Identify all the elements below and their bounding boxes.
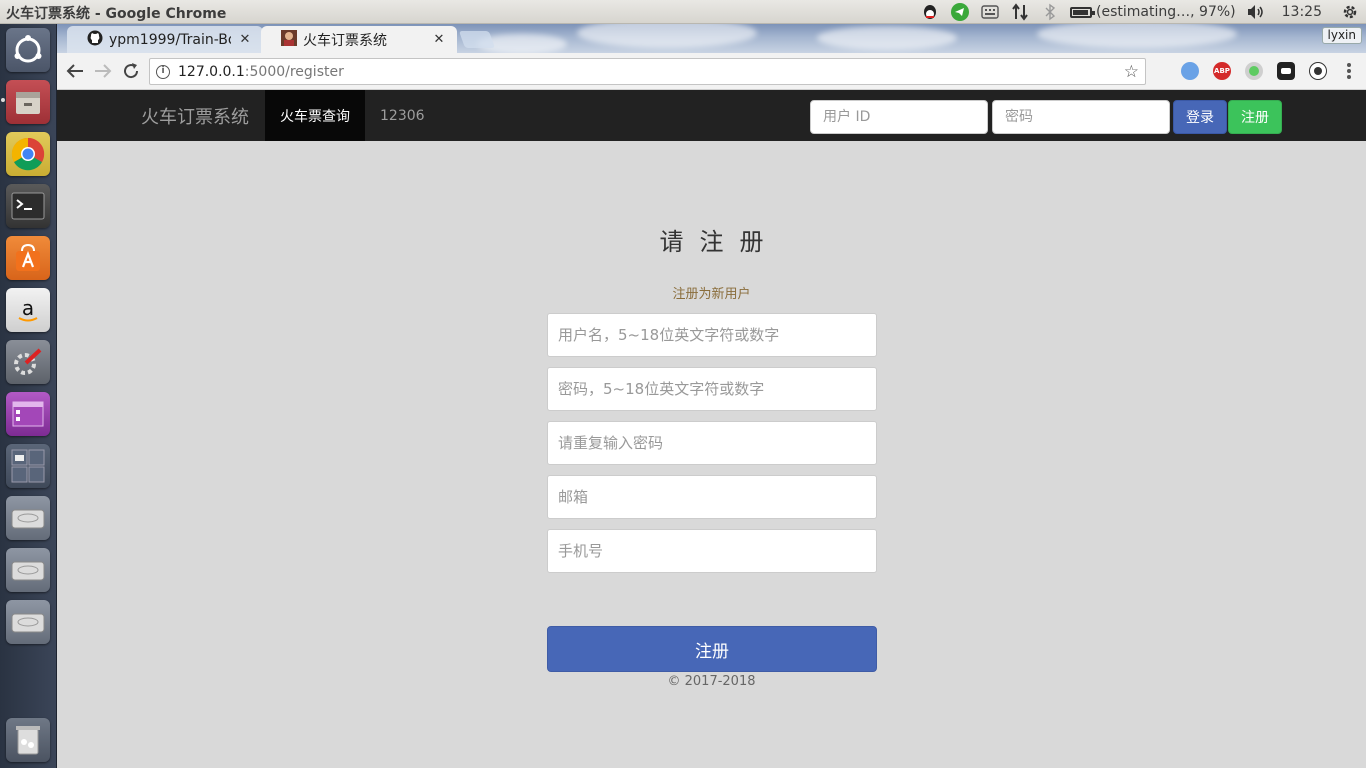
clock[interactable]: 13:25 [1282,4,1322,20]
status-dot-icon[interactable] [1245,62,1263,80]
address-bar[interactable]: i 127.0.0.1:5000/register ☆ [149,58,1146,85]
extension-icon[interactable] [1277,62,1295,80]
url-path: :5000/register [244,63,344,80]
nav-register-button[interactable]: 注册 [1228,100,1282,134]
close-icon[interactable]: ✕ [431,32,447,47]
gear-icon[interactable] [1340,2,1360,22]
drive-icon[interactable] [6,600,50,644]
adblock-icon[interactable]: ABP [1213,62,1231,80]
url-host: 127.0.0.1 [178,63,245,80]
qq-icon[interactable] [920,2,940,22]
password-input[interactable] [547,367,877,411]
window-title: 火车订票系统 - Google Chrome [6,6,227,22]
tab-train-system[interactable]: 火车订票系统 ✕ [261,26,457,53]
login-button[interactable]: 登录 [1173,100,1227,134]
app-icon[interactable] [6,392,50,436]
bookmark-star-icon[interactable]: ☆ [1124,62,1139,82]
drive-icon[interactable] [6,548,50,592]
page-content: 火车订票系统 火车票查询 12306 登录 注册 请注册 注册为新用户 注册 ©… [57,90,1366,768]
copyright-text: © 2017-2018 [667,674,756,689]
menu-icon[interactable] [1337,59,1361,83]
page-title: 请注册 [659,228,780,256]
tab-title: ypm1999/Train-Boo [109,31,231,48]
volume-icon[interactable] [1246,2,1266,22]
tab-strip: ypm1999/Train-Boo ✕ 火车订票系统 ✕ lyxin [57,24,1366,53]
extension-icon[interactable] [1181,62,1199,80]
register-submit-button[interactable]: 注册 [547,626,877,672]
battery-indicator[interactable]: (estimating…, 97%) [1070,4,1236,20]
phone-input[interactable] [547,529,877,573]
battery-icon [1070,6,1096,18]
system-settings-icon[interactable] [6,340,50,384]
drive-icon[interactable] [6,496,50,540]
ubuntu-dash-icon[interactable] [6,28,50,72]
workspace-switcher-icon[interactable] [6,444,50,488]
indicator-area: (estimating…, 97%) 13:25 [920,0,1366,24]
extension-icon[interactable] [1309,62,1327,80]
browser-toolbar: i 127.0.0.1:5000/register ☆ ABP [57,53,1366,90]
site-brand[interactable]: 火车订票系统 [141,103,249,129]
keyboard-icon[interactable] [980,2,1000,22]
reload-icon[interactable] [119,59,143,83]
browser-window: ypm1999/Train-Boo ✕ 火车订票系统 ✕ lyxin i 127… [57,24,1366,768]
info-icon[interactable]: i [156,64,170,79]
nav-password-input[interactable] [992,100,1170,134]
new-tab-button[interactable] [458,31,496,48]
bluetooth-icon[interactable] [1040,2,1060,22]
trash-icon[interactable] [6,718,50,762]
os-top-panel: 火车订票系统 - Google Chrome (estimating…, 97%… [0,0,1366,24]
tab-title: 火车订票系统 [303,32,387,49]
form-subtitle: 注册为新用户 [672,287,751,302]
back-icon[interactable] [63,59,87,83]
username-input[interactable] [547,313,877,357]
repeat-password-input[interactable] [547,421,877,465]
nav-ticket-search[interactable]: 火车票查询 [265,90,365,141]
unity-launcher: a [0,24,57,768]
github-icon [87,30,103,50]
profile-badge[interactable]: lyxin [1321,27,1362,44]
files-icon[interactable] [6,80,50,124]
chrome-icon[interactable] [6,132,50,176]
email-input[interactable] [547,475,877,519]
battery-text: (estimating…, 97%) [1096,4,1236,20]
amazon-icon[interactable]: a [6,288,50,332]
svg-text:a: a [22,296,34,320]
site-navbar: 火车订票系统 火车票查询 12306 登录 注册 [57,90,1366,141]
forward-icon[interactable] [91,59,115,83]
terminal-icon[interactable] [6,184,50,228]
userid-input[interactable] [810,100,988,134]
software-center-icon[interactable] [6,236,50,280]
favicon-icon [281,29,297,50]
nav-12306[interactable]: 12306 [365,90,440,141]
telegram-icon[interactable] [950,2,970,22]
close-icon[interactable]: ✕ [237,32,253,47]
network-icon[interactable] [1010,2,1030,22]
tab-github[interactable]: ypm1999/Train-Boo ✕ [67,26,263,53]
